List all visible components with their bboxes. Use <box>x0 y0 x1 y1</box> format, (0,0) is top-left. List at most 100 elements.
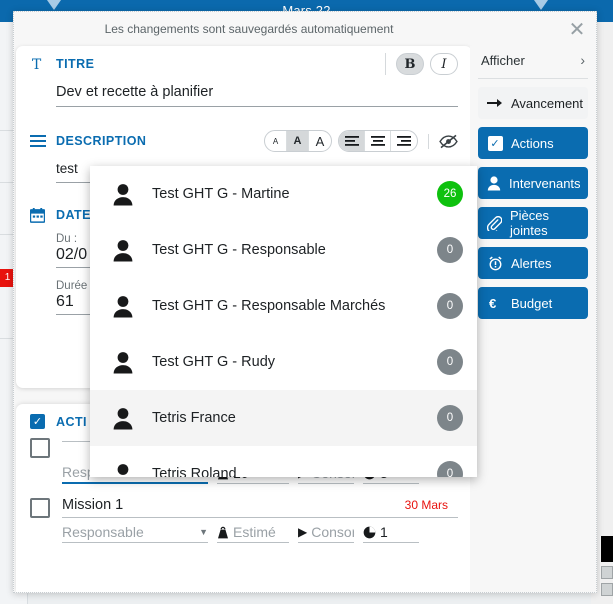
list-item-label: Test GHT G - Rudy <box>152 354 276 370</box>
align-left-icon[interactable] <box>339 131 365 151</box>
app-root: Mars 22 1 Les changements sont sauvegard… <box>0 0 613 604</box>
list-item[interactable]: Test GHT G - Responsable Marchés 0 <box>90 278 477 334</box>
bold-label: B <box>404 56 416 72</box>
sidebar-item-actions[interactable]: ✓ Actions <box>478 127 588 159</box>
italic-label: I <box>441 56 447 72</box>
description-section-label: DESCRIPTION <box>56 134 147 148</box>
sidebar-item-pieces-jointes[interactable]: Pièces jointes <box>478 207 588 239</box>
progress-field[interactable]: 1 <box>363 524 419 543</box>
font-size-large-label: A <box>315 133 325 149</box>
timeline-marker-right-icon <box>534 0 548 10</box>
scrollbar-down-arrow[interactable] <box>601 583 613 596</box>
task-row-top: Mission 1 30 Mars <box>30 497 458 518</box>
list-item-label: Test GHT G - Responsable Marchés <box>152 298 386 314</box>
list-item[interactable]: Tetris Roland 0 <box>90 446 477 477</box>
list-lines-icon <box>30 134 56 148</box>
paperclip-icon <box>487 215 502 231</box>
actions-header-label: ACTI <box>56 414 87 429</box>
task-due-date: 30 Mars <box>404 498 448 512</box>
responsible-placeholder: Responsable <box>62 524 144 540</box>
sidebar-afficher-label: Afficher <box>481 52 525 68</box>
person-icon <box>112 239 152 262</box>
person-icon <box>112 183 152 206</box>
list-item[interactable]: Test GHT G - Responsable 0 <box>90 222 477 278</box>
pie-chart-icon <box>363 526 376 539</box>
list-item[interactable]: Test GHT G - Rudy 0 <box>90 334 477 390</box>
font-size-large-button[interactable]: A <box>309 131 331 151</box>
calendar-icon <box>30 207 56 223</box>
scrollbar-thumb[interactable] <box>601 536 613 562</box>
font-size-medium-button[interactable]: A <box>287 131 309 151</box>
sidebar-item-intervenants[interactable]: Intervenants <box>478 167 588 199</box>
scrollbar-up-arrow[interactable] <box>601 566 613 579</box>
estimated-placeholder: Estimé <box>233 524 276 540</box>
person-icon <box>112 407 152 430</box>
close-icon[interactable]: ✕ <box>564 16 590 42</box>
sidebar-toggle-afficher[interactable]: Afficher › <box>478 46 588 79</box>
list-item-label: Tetris France <box>152 410 236 426</box>
task-checkbox[interactable] <box>30 438 50 458</box>
progress-value: 1 <box>380 524 388 540</box>
title-input[interactable]: Dev et recette à planifier <box>56 84 458 107</box>
sidebar-item-label: Intervenants <box>509 175 581 191</box>
sidebar-item-alertes[interactable]: Alertes <box>478 247 588 279</box>
title-section-label: TITRE <box>56 57 95 71</box>
chevron-right-icon: › <box>580 52 585 68</box>
sidebar-item-avancement[interactable]: Avancement <box>478 87 588 119</box>
font-size-small-button[interactable]: A <box>265 131 287 151</box>
eye-off-icon[interactable] <box>428 133 458 149</box>
modal-header: Les changements sont sauvegardés automat… <box>14 12 596 46</box>
list-item-label: Test GHT G - Responsable <box>152 242 326 258</box>
autosave-message: Les changements sont sauvegardés automat… <box>104 22 394 36</box>
status-badge: 0 <box>437 405 463 431</box>
person-icon <box>112 295 152 318</box>
align-center-icon[interactable] <box>365 131 391 151</box>
font-size-medium-label: A <box>293 135 302 147</box>
consumed-field[interactable]: ▶ Consor <box>298 524 354 543</box>
alarm-clock-icon <box>487 256 503 271</box>
euro-icon: € <box>487 296 503 311</box>
task-meta-row: Responsable ▼ Estimé ▶ Consor 1 <box>62 524 458 543</box>
task-title[interactable]: Mission 1 <box>62 497 123 513</box>
responsible-select[interactable]: Responsable ▼ <box>62 524 208 543</box>
checkbox-checked-icon[interactable]: ✓ <box>30 414 45 429</box>
list-item-label: Test GHT G - Martine <box>152 186 290 202</box>
responsible-dropdown[interactable]: Test GHT G - Martine 26 Test GHT G - Res… <box>90 166 477 477</box>
person-icon <box>487 175 501 191</box>
sidebar-item-label: Actions <box>511 135 554 151</box>
status-badge: 0 <box>437 293 463 319</box>
font-size-group: A A A <box>264 130 332 152</box>
sidebar-item-label: Alertes <box>511 255 552 271</box>
task-row: Mission 1 30 Mars Responsable ▼ Estimé ▶… <box>16 493 472 543</box>
arrow-right-icon <box>487 97 503 109</box>
status-badge: 0 <box>437 349 463 375</box>
text-format-icon: T <box>30 57 56 72</box>
task-checkbox[interactable] <box>30 498 50 518</box>
sidebar-item-budget[interactable]: € Budget <box>478 287 588 319</box>
estimated-field[interactable]: Estimé <box>217 524 289 543</box>
align-right-icon[interactable] <box>391 131 417 151</box>
consumed-placeholder: Consor <box>311 524 354 540</box>
sidebar-item-label: Pièces jointes <box>510 208 550 238</box>
svg-text:€: € <box>488 296 496 311</box>
text-style-toolbar: B I <box>385 53 458 75</box>
checkbox-checked-icon: ✓ <box>487 135 503 151</box>
weight-icon <box>217 526 229 539</box>
person-icon <box>112 351 152 374</box>
person-icon <box>112 463 152 477</box>
triangle-right-icon: ▶ <box>298 525 308 539</box>
list-item-label: Tetris Roland <box>152 466 237 477</box>
status-badge: 26 <box>437 181 463 207</box>
task-title-line: Mission 1 30 Mars <box>62 497 458 518</box>
list-item[interactable]: Tetris France 0 <box>90 390 477 446</box>
bold-button[interactable]: B <box>396 53 424 75</box>
title-section-header: T TITRE B I <box>16 46 472 82</box>
timeline-marker-left-icon <box>47 0 61 10</box>
sidebar-item-label: Budget <box>511 295 553 311</box>
italic-button[interactable]: I <box>430 53 458 75</box>
list-item[interactable]: Test GHT G - Martine 26 <box>90 166 477 222</box>
window-scrollbar[interactable] <box>600 536 613 604</box>
description-section-header: DESCRIPTION A A A <box>16 123 472 159</box>
chevron-down-icon: ▼ <box>199 527 208 537</box>
status-badge: 0 <box>437 237 463 263</box>
